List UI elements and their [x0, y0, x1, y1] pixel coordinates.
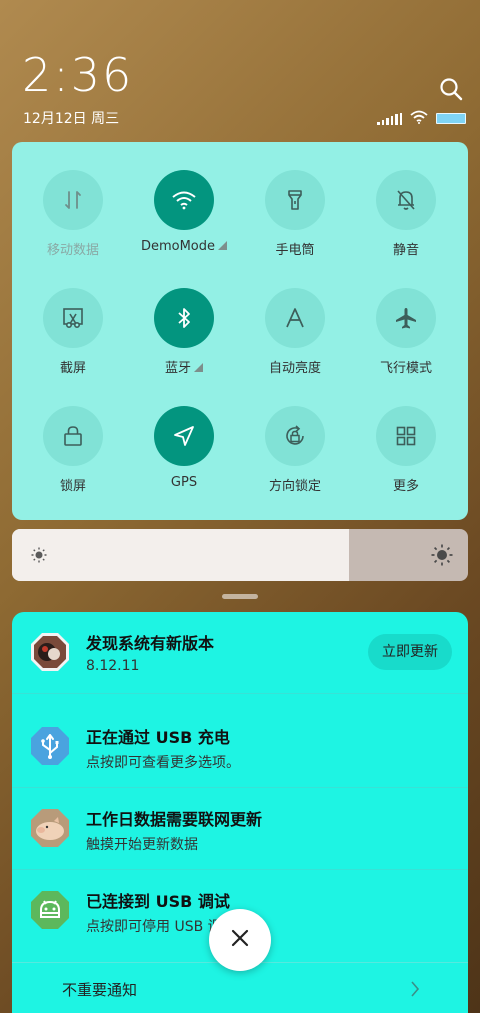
tile-auto-brightness[interactable]: 自动亮度 [240, 288, 350, 376]
notification-title: 正在通过 USB 充电 [86, 728, 230, 747]
tile-label: GPS [170, 475, 198, 490]
wifi-icon[interactable] [154, 170, 214, 230]
brightness-slider[interactable] [12, 529, 468, 581]
quick-settings-panel: 移动数据 DemoMode 手电筒 静音 截屏 蓝牙 自动亮度 飞行模式 锁屏 … [12, 142, 468, 520]
search-icon[interactable] [438, 76, 464, 102]
tile-label: 方向锁定 [268, 479, 321, 494]
brightness-low-icon [30, 546, 48, 568]
tile-bluetooth[interactable]: 蓝牙 [129, 288, 239, 376]
tile-gps[interactable]: GPS [129, 406, 239, 490]
usb-icon [30, 726, 70, 766]
notification-title: 发现系统有新版本 [86, 634, 215, 653]
tile-more[interactable]: 更多 [351, 406, 461, 494]
tile-label: 锁屏 [59, 479, 86, 494]
minor-notifications-label: 不重要通知 [62, 981, 138, 999]
lock-icon[interactable] [43, 406, 103, 466]
notification-title: 工作日数据需要联网更新 [86, 810, 263, 829]
tile-label: DemoMode [140, 239, 216, 254]
gps-icon[interactable] [154, 406, 214, 466]
update-app-avatar [30, 632, 70, 672]
update-now-button[interactable]: 立即更新 [368, 634, 452, 670]
screenshot-icon[interactable] [43, 288, 103, 348]
notification-system-update[interactable]: 发现系统有新版本 8.12.11 立即更新 [12, 612, 468, 694]
grid-icon[interactable] [376, 406, 436, 466]
rotation-lock-icon[interactable] [265, 406, 325, 466]
auto-brightness-icon[interactable] [265, 288, 325, 348]
expand-menu-icon[interactable] [194, 363, 203, 372]
signal-icon [377, 112, 402, 125]
tile-flashlight[interactable]: 手电筒 [240, 170, 350, 258]
tile-label-with-menu: 蓝牙 [129, 357, 239, 376]
close-icon [231, 929, 249, 951]
tile-lock[interactable]: 锁屏 [18, 406, 128, 494]
brightness-fill [12, 529, 350, 581]
battery-icon [436, 113, 466, 124]
notification-subtitle: 点按即可查看更多选项。 [86, 755, 240, 771]
airplane-icon[interactable] [376, 288, 436, 348]
chevron-right-icon [410, 980, 420, 1002]
android-debug-icon [30, 890, 70, 930]
notification-workday-data[interactable]: 工作日数据需要联网更新 触摸开始更新数据 [12, 788, 468, 870]
tile-wifi[interactable]: DemoMode [129, 170, 239, 254]
tile-mute[interactable]: 静音 [351, 170, 461, 258]
tile-label: 截屏 [59, 361, 86, 376]
date: 12月12日 周三 [23, 111, 120, 127]
pig-avatar [30, 808, 70, 848]
wifi-status-icon [410, 109, 428, 128]
flashlight-icon[interactable] [265, 170, 325, 230]
notification-usb-charging[interactable]: 正在通过 USB 充电 点按即可查看更多选项。 [12, 706, 468, 788]
tile-label: 飞行模式 [379, 361, 432, 376]
tile-airplane[interactable]: 飞行模式 [351, 288, 461, 376]
notification-title: 已连接到 USB 调试 [86, 892, 230, 911]
tile-label: 移动数据 [46, 243, 99, 258]
clear-all-button[interactable] [209, 909, 271, 971]
tile-label: 静音 [392, 243, 419, 258]
notification-subtitle: 触摸开始更新数据 [86, 837, 198, 853]
tile-label: 自动亮度 [268, 361, 321, 376]
tile-screenshot[interactable]: 截屏 [18, 288, 128, 376]
tile-label: 蓝牙 [164, 361, 191, 376]
system-status-icons [377, 109, 466, 128]
drag-handle[interactable] [222, 594, 258, 599]
mobile-data-icon[interactable] [43, 170, 103, 230]
notification-subtitle: 8.12.11 [86, 658, 140, 674]
bluetooth-icon[interactable] [154, 288, 214, 348]
tile-label: 手电筒 [275, 243, 315, 258]
tile-label-with-menu: DemoMode [129, 239, 239, 254]
mute-icon[interactable] [376, 170, 436, 230]
tile-mobile-data[interactable]: 移动数据 [18, 170, 128, 258]
expand-menu-icon[interactable] [218, 241, 228, 250]
clock: 2:36 [22, 48, 134, 102]
tile-label: 更多 [392, 479, 419, 494]
brightness-high-icon [430, 543, 454, 571]
tile-rotation-lock[interactable]: 方向锁定 [240, 406, 350, 494]
